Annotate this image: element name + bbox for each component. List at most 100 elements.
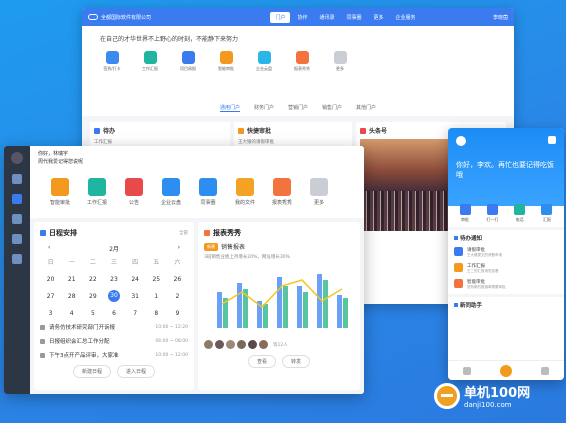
portal-app[interactable]: 工作汇报 (138, 51, 162, 72)
cloud-icon[interactable] (12, 174, 22, 184)
avatar (248, 340, 257, 349)
phone-app-phone[interactable]: 电话 (509, 204, 531, 223)
next-month-icon[interactable]: › (178, 244, 180, 253)
new-schedule-button[interactable]: 新建日程 (72, 365, 111, 378)
chart-bar (217, 292, 222, 328)
tab-message-icon[interactable] (462, 366, 471, 375)
calendar-day[interactable]: 7 (125, 310, 146, 317)
schedule-more[interactable]: 全部 (179, 230, 188, 236)
portal-user[interactable]: 李晓茵 (493, 14, 508, 21)
view-button[interactable]: 查看 (247, 355, 276, 368)
calendar-day[interactable]: 5 (82, 310, 103, 317)
notice-item[interactable]: 智能审批 您有新的报销单需要审批 (454, 279, 558, 290)
calendar-day[interactable]: 3 (40, 310, 61, 317)
notice-list: 请假审批 王大锤提交的请假申请工作汇报 王二的汇报请您查看 智能审批 您有新的报销单需要… (454, 247, 558, 290)
event-item[interactable]: 下午3点开产品评审，大家准 10:00 ~ 12:00 (40, 351, 188, 359)
avatar[interactable] (456, 136, 466, 146)
phone-app-approval[interactable]: 审批 (454, 204, 476, 223)
message-icon[interactable] (12, 194, 22, 204)
forward-button[interactable]: 转发 (282, 355, 311, 368)
tab-general[interactable]: 通用门户 (219, 104, 240, 112)
prev-month-icon[interactable]: ‹ (48, 244, 50, 253)
contacts-icon[interactable] (12, 214, 22, 224)
tab-marketing[interactable]: 营销门户 (288, 104, 308, 112)
calendar-day[interactable]: 21 (61, 276, 82, 283)
calendar-day[interactable]: 20 (40, 276, 61, 283)
calendar-day[interactable]: 30 (107, 290, 120, 302)
notice-item[interactable]: 工作汇报 王二的汇报请您查看 (454, 263, 558, 274)
watermark-name: 单机100网 (464, 386, 531, 401)
helper-title: 新同助手 (460, 303, 483, 309)
tab-other[interactable]: 其他门户 (356, 104, 376, 112)
desktop-app[interactable]: 公告 (120, 178, 148, 206)
desktop-app[interactable]: 报表秀秀 (268, 178, 296, 206)
apps-icon[interactable] (12, 254, 22, 264)
phone-app-label: 汇报 (542, 217, 551, 222)
desktop-app[interactable]: 工作汇报 (83, 178, 111, 206)
calendar-day[interactable]: 1 (146, 293, 167, 300)
calendar-day[interactable]: 9 (167, 310, 188, 317)
event-item[interactable]: 日报组织会汇总工作分配 06:00 ~ 08:00 (40, 337, 188, 345)
app-icon (105, 51, 119, 64)
portal-app[interactable]: 签到/打卡 (100, 51, 124, 72)
desktop-app[interactable]: 同事圈 (194, 178, 222, 206)
report-buttons: 查看 转发 (204, 355, 354, 368)
desktop-app[interactable]: 智能审批 (46, 178, 74, 206)
portal-app-label: 更多 (336, 66, 344, 71)
tab-finance[interactable]: 财务门户 (254, 104, 274, 112)
calendar-day[interactable]: 28 (61, 293, 82, 300)
calendar-day[interactable]: 22 (82, 276, 103, 283)
notice-item[interactable]: 请假审批 王大锤提交的请假申请 (454, 247, 558, 258)
weekday-label: 五 (153, 259, 160, 266)
tab-home-icon[interactable] (499, 364, 512, 377)
notice-text: 智能审批 您有新的报销单需要审批 (467, 279, 506, 290)
phone-app-report[interactable]: 汇报 (536, 204, 558, 223)
calendar-day[interactable]: 6 (103, 310, 124, 317)
nav-collab[interactable]: 协作 (292, 12, 312, 23)
calendar-day[interactable]: 29 (82, 293, 103, 300)
calendar-day[interactable]: 31 (125, 293, 146, 300)
nav-more[interactable]: 更多 (369, 12, 389, 23)
calendar-day[interactable]: 8 (146, 310, 167, 317)
portal-logo[interactable]: 全都国际软件有限公司 (88, 14, 198, 21)
phone-app-punch[interactable]: 打一打 (481, 204, 503, 223)
desktop-app[interactable]: 企业云盘 (157, 178, 185, 206)
phone-app-label: 审批 (461, 217, 469, 222)
chart-bar (263, 304, 268, 328)
portal-app[interactable]: 智能审批 (214, 51, 238, 72)
nav-contacts[interactable]: 通讯录 (314, 12, 339, 23)
avatar[interactable] (11, 152, 23, 164)
portal-nav: 门户 协作 通讯录 同事圈 更多 企业服务 (198, 11, 493, 23)
helper-icon (454, 303, 458, 307)
enter-schedule-button[interactable]: 进入日程 (117, 365, 156, 378)
tab-settings-icon[interactable] (541, 366, 550, 375)
portal-app[interactable]: 项目周报 (176, 51, 200, 72)
calendar-day[interactable]: 2 (167, 293, 188, 300)
desktop-app[interactable]: 我的文件 (231, 178, 259, 206)
portal-app[interactable]: 更多 (328, 51, 352, 72)
avatar (215, 340, 224, 349)
portal-app[interactable]: 企业云盘 (252, 51, 276, 72)
nav-services[interactable]: 企业服务 (391, 12, 421, 23)
calendar-day[interactable]: 26 (167, 276, 188, 283)
calendar-day[interactable]: 23 (103, 276, 124, 283)
avatar (237, 340, 246, 349)
people-row: 等12人 (204, 340, 354, 349)
portal-app-label: 工作汇报 (142, 66, 158, 71)
calendar-day[interactable]: 4 (61, 310, 82, 317)
calendar-day[interactable]: 25 (146, 276, 167, 283)
desktop-app-label: 同事圈 (200, 200, 216, 206)
desktop-app[interactable]: 更多 (305, 178, 333, 206)
event-item[interactable]: 请务仿技术研究部门开诉报 10:00 ~ 12:20 (40, 323, 188, 331)
calendar-day[interactable]: 24 (125, 276, 146, 283)
portal-top-bar: 全都国际软件有限公司 门户 协作 通讯录 同事圈 更多 企业服务 李晓茵 (82, 8, 514, 26)
tab-sales[interactable]: 销售门户 (322, 104, 342, 112)
nav-circle[interactable]: 同事圈 (341, 12, 366, 23)
nav-portal[interactable]: 门户 (270, 11, 291, 23)
notice-text: 工作汇报 王二的汇报请您查看 (467, 263, 499, 274)
report-chart[interactable] (204, 264, 354, 334)
calendar-icon[interactable] (12, 234, 22, 244)
weekday-label: 六 (174, 259, 181, 266)
calendar-day[interactable]: 27 (40, 293, 61, 300)
portal-app[interactable]: 报表秀秀 (290, 51, 314, 72)
